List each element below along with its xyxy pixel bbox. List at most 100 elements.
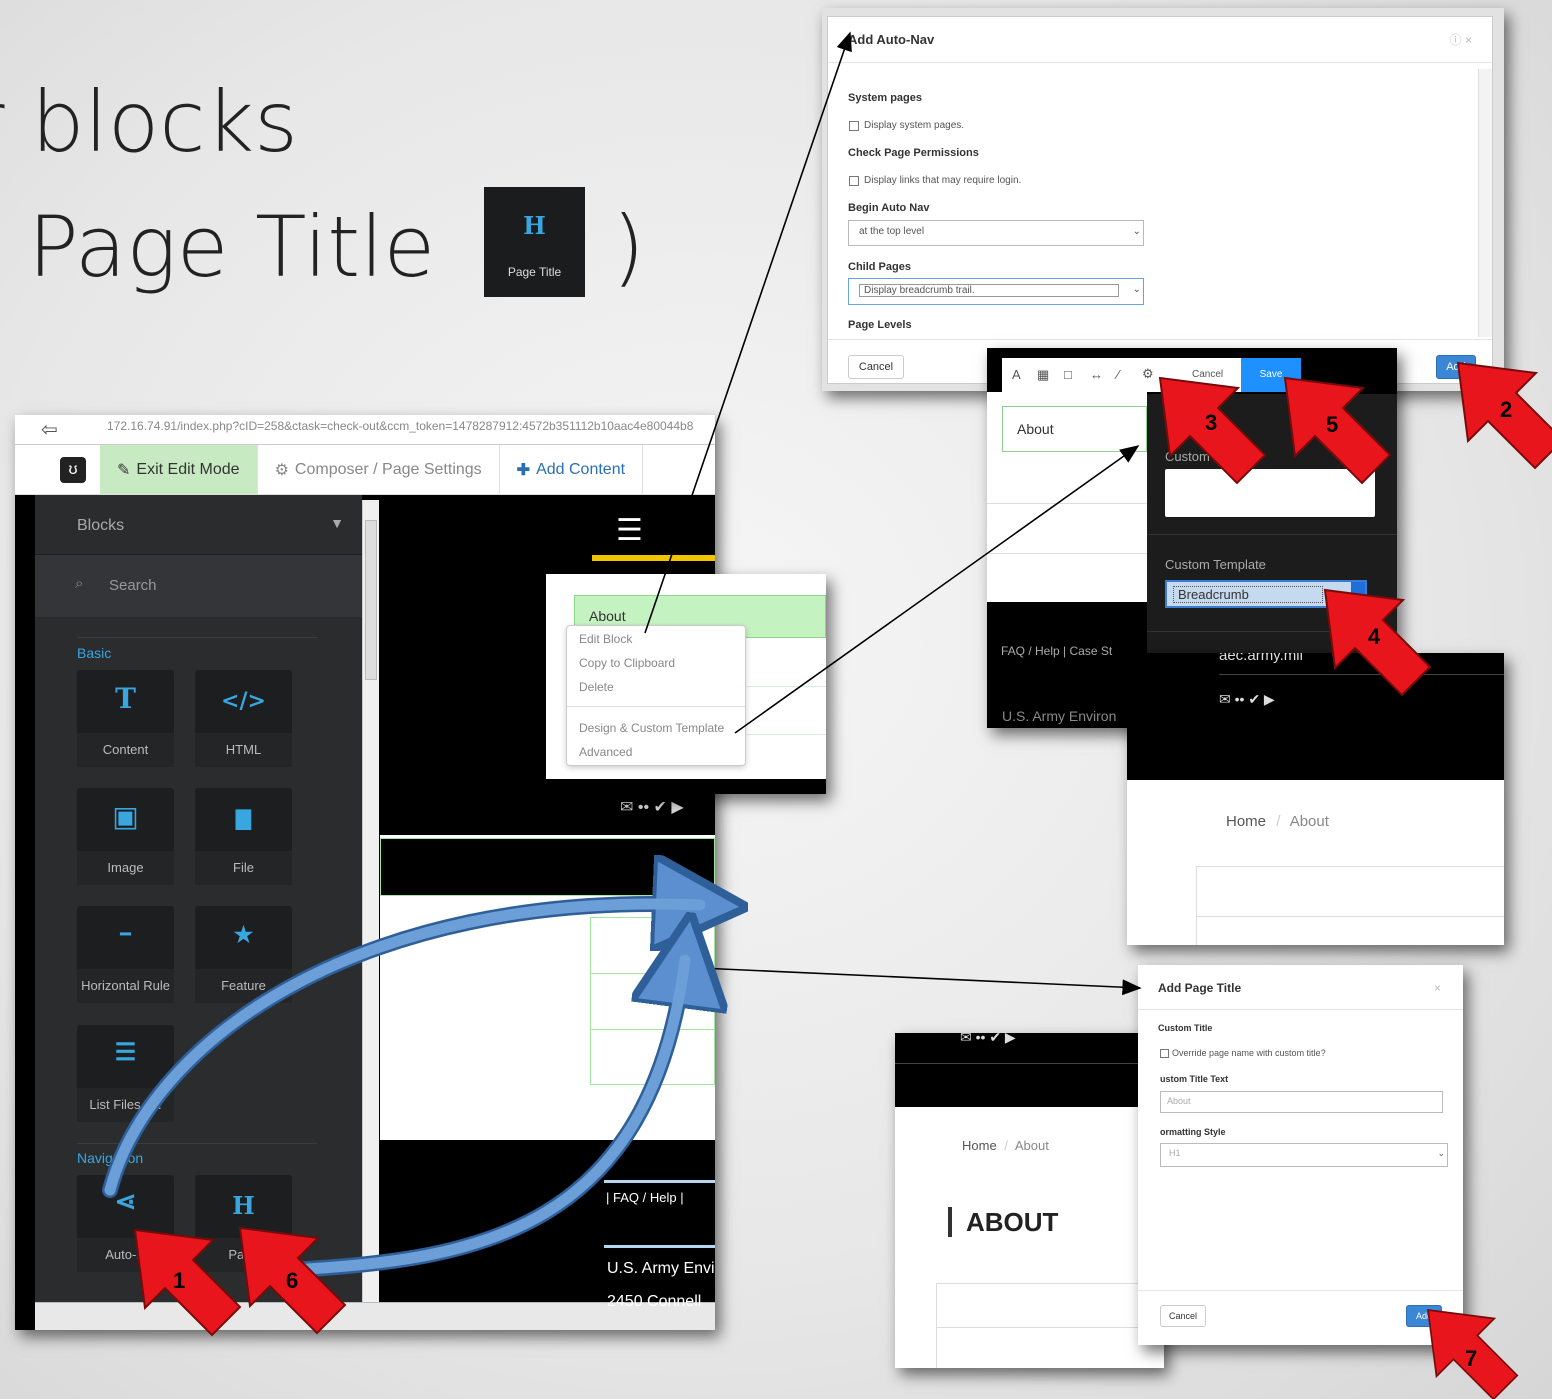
auto-nav-dialog: Add Auto-Nav ⓘ × System pages Display sy… [827, 16, 1493, 384]
custom-class-label: Custom C [1165, 449, 1223, 464]
social-icons[interactable]: ✉ •• ✔ ▶ [1219, 691, 1275, 708]
auto-nav-block-tile[interactable]: ⋖ Auto-N [77, 1175, 174, 1272]
horizontal-rule-block-tile[interactable]: ━ Horizontal Rule [77, 906, 174, 1003]
background-icon[interactable]: ▦ [1037, 367, 1049, 383]
pencil-icon: ✎ [117, 461, 131, 479]
panel-scrollbar[interactable] [362, 500, 379, 1302]
feature-block-tile[interactable]: ★ Feature [195, 906, 292, 1003]
main-browser-screenshot: ⇦ 172.16.74.91/index.php?cID=258&ctask=c… [15, 415, 715, 1330]
concrete5-logo-icon[interactable]: ʊ [15, 445, 100, 494]
custom-template-label: Custom Template [1165, 557, 1266, 572]
font-icon[interactable]: A [1012, 367, 1021, 382]
cancel-button[interactable]: Cancel [1160, 1305, 1206, 1327]
exit-edit-mode-button[interactable]: ✎ Exit Edit Mode [100, 445, 258, 494]
design-save-button[interactable]: Save [1241, 358, 1301, 392]
design-footer-org: U.S. Army Environ [1002, 708, 1117, 724]
chevron-down-icon: ⌄ [1351, 582, 1365, 606]
begin-auto-nav-label: Begin Auto Nav [848, 202, 930, 214]
page-title-result-screenshot: ✉ •• ✔ ▶ Home / About ABOUT [895, 1033, 1164, 1368]
design-cancel-button[interactable]: Cancel [1192, 369, 1223, 380]
site-content [380, 835, 715, 1140]
add-button[interactable]: Add [1406, 1305, 1442, 1327]
close-icon[interactable]: ⓘ × [1450, 31, 1472, 48]
child-pages-label: Child Pages [848, 261, 911, 273]
design-footer-links[interactable]: FAQ / Help | Case St [1001, 644, 1112, 658]
custom-title-text-label: ustom Title Text [1160, 1074, 1229, 1084]
border-icon[interactable]: □ [1064, 367, 1072, 382]
permissions-text: Display links that may require login. [864, 175, 1022, 186]
footer-address: 2450 Connell [607, 1293, 702, 1310]
override-checkbox[interactable] [1160, 1049, 1169, 1058]
context-menu-screenshot: About Edit Block Copy to Clipboard Delet… [546, 574, 826, 794]
permissions-checkbox[interactable] [849, 176, 859, 186]
menu-item-design-template[interactable]: Design & Custom Template [579, 721, 724, 735]
slide-title-line1: r blocks [0, 73, 298, 171]
formatting-style-select[interactable]: H1 ⌄ [1160, 1143, 1448, 1167]
custom-title-input[interactable]: About [1160, 1091, 1443, 1113]
menu-item-copy[interactable]: Copy to Clipboard [579, 656, 675, 670]
breadcrumb-home[interactable]: Home [1226, 813, 1266, 830]
html-block-tile[interactable]: </> HTML [195, 670, 292, 767]
search-icon: ⌕ [75, 575, 84, 592]
slide-title-line2: Page Title [28, 198, 436, 296]
footer-link[interactable]: | FAQ / Help | [606, 1190, 684, 1205]
navigation-section-label: Navigation [77, 1150, 144, 1166]
list-files-block-tile[interactable]: ☰ List Files F... [77, 1025, 174, 1122]
cancel-button[interactable]: Cancel [848, 355, 904, 379]
search-input[interactable]: Search [109, 577, 157, 594]
dialog-title: Add Auto-Nav [848, 32, 935, 47]
file-block-tile[interactable]: ▇ File [195, 788, 292, 885]
about-block[interactable]: About [1002, 406, 1147, 452]
step-number-2: 2 [1500, 397, 1513, 422]
breadcrumb-home[interactable]: Home [962, 1138, 997, 1153]
menu-item-delete[interactable]: Delete [579, 680, 614, 694]
override-text: Override page name with custom title? [1172, 1048, 1326, 1058]
site-footer: | FAQ / Help | U.S. Army Envi 2450 Conne… [380, 1140, 715, 1310]
formatting-style-label: ormatting Style [1160, 1127, 1226, 1137]
pointer-line-page-title [699, 967, 1142, 996]
breadcrumb-current: About [1014, 1138, 1049, 1153]
star-icon: ★ [233, 922, 254, 948]
chevron-down-icon: ⌄ [1132, 226, 1141, 237]
basic-section-label: Basic [77, 645, 112, 661]
back-arrow-icon[interactable]: ⇦ [41, 417, 58, 442]
panel-header[interactable]: Blocks ▼ [35, 495, 362, 555]
gear-icon[interactable]: ⚙ [1142, 366, 1154, 382]
menu-item-advanced[interactable]: Advanced [579, 745, 632, 759]
breadcrumb-current: About [1289, 813, 1329, 830]
blocks-panel: Blocks ▼ ⌕ Search Basic T Content </> HTML… [35, 495, 362, 1330]
composer-settings-button[interactable]: ⚙ Composer / Page Settings [258, 445, 500, 494]
add-auto-nav-screenshot: Add Auto-Nav ⓘ × System pages Display sy… [822, 8, 1504, 391]
share-icon: ⋖ [114, 1187, 137, 1217]
image-block-tile[interactable]: ▣ Image [77, 788, 174, 885]
design-panel: Ad Custom C Custom Template Breadcrumb ⌄ [1147, 394, 1397, 654]
effects-icon[interactable]: ⁄ [1117, 367, 1119, 382]
close-icon[interactable]: × [1434, 981, 1441, 995]
search-box[interactable]: ⌕ Search [35, 555, 362, 617]
custom-template-select[interactable]: Breadcrumb ⌄ [1165, 580, 1367, 608]
hamburger-menu-icon[interactable]: ☰ [616, 513, 643, 548]
breadcrumb-screenshot: aec.army.mil ✉ •• ✔ ▶ Home / About [1127, 653, 1504, 945]
custom-class-input[interactable] [1165, 469, 1375, 517]
step-number-7: 7 [1465, 1346, 1478, 1371]
social-icons[interactable]: ✉ •• ✔ ▶ [960, 1033, 1016, 1046]
step-number-6: 6 [286, 1268, 299, 1293]
page-title-block-tile[interactable]: H Page [195, 1175, 292, 1272]
add-content-button[interactable]: ✚ Add Content [500, 445, 644, 494]
caret-down-icon[interactable]: ▼ [330, 515, 344, 531]
spacing-icon[interactable]: ↔ [1090, 367, 1103, 382]
add-page-title-screenshot: Add Page Title × Custom Title Override p… [1138, 965, 1463, 1345]
chevron-down-icon: ⌄ [1437, 1148, 1445, 1158]
step-number-5: 5 [1326, 412, 1339, 437]
child-pages-select[interactable]: Display breadcrumb trail. ⌄ [848, 278, 1144, 305]
add-button[interactable]: Add [1436, 355, 1476, 379]
heading-icon: H [232, 1191, 255, 1220]
menu-item-edit-block[interactable]: Edit Block [579, 632, 632, 646]
dialog-scrollbar[interactable] [1478, 69, 1492, 337]
url-text[interactable]: 172.16.74.91/index.php?cID=258&ctask=che… [107, 419, 693, 433]
begin-auto-nav-select[interactable]: at the top level ⌄ [848, 220, 1144, 246]
system-pages-checkbox[interactable] [849, 121, 859, 131]
content-block-tile[interactable]: T Content [77, 670, 174, 767]
breadcrumb: Home / About [1226, 813, 1329, 830]
social-icons[interactable]: ✉ •• ✔ ▶ [620, 797, 684, 817]
